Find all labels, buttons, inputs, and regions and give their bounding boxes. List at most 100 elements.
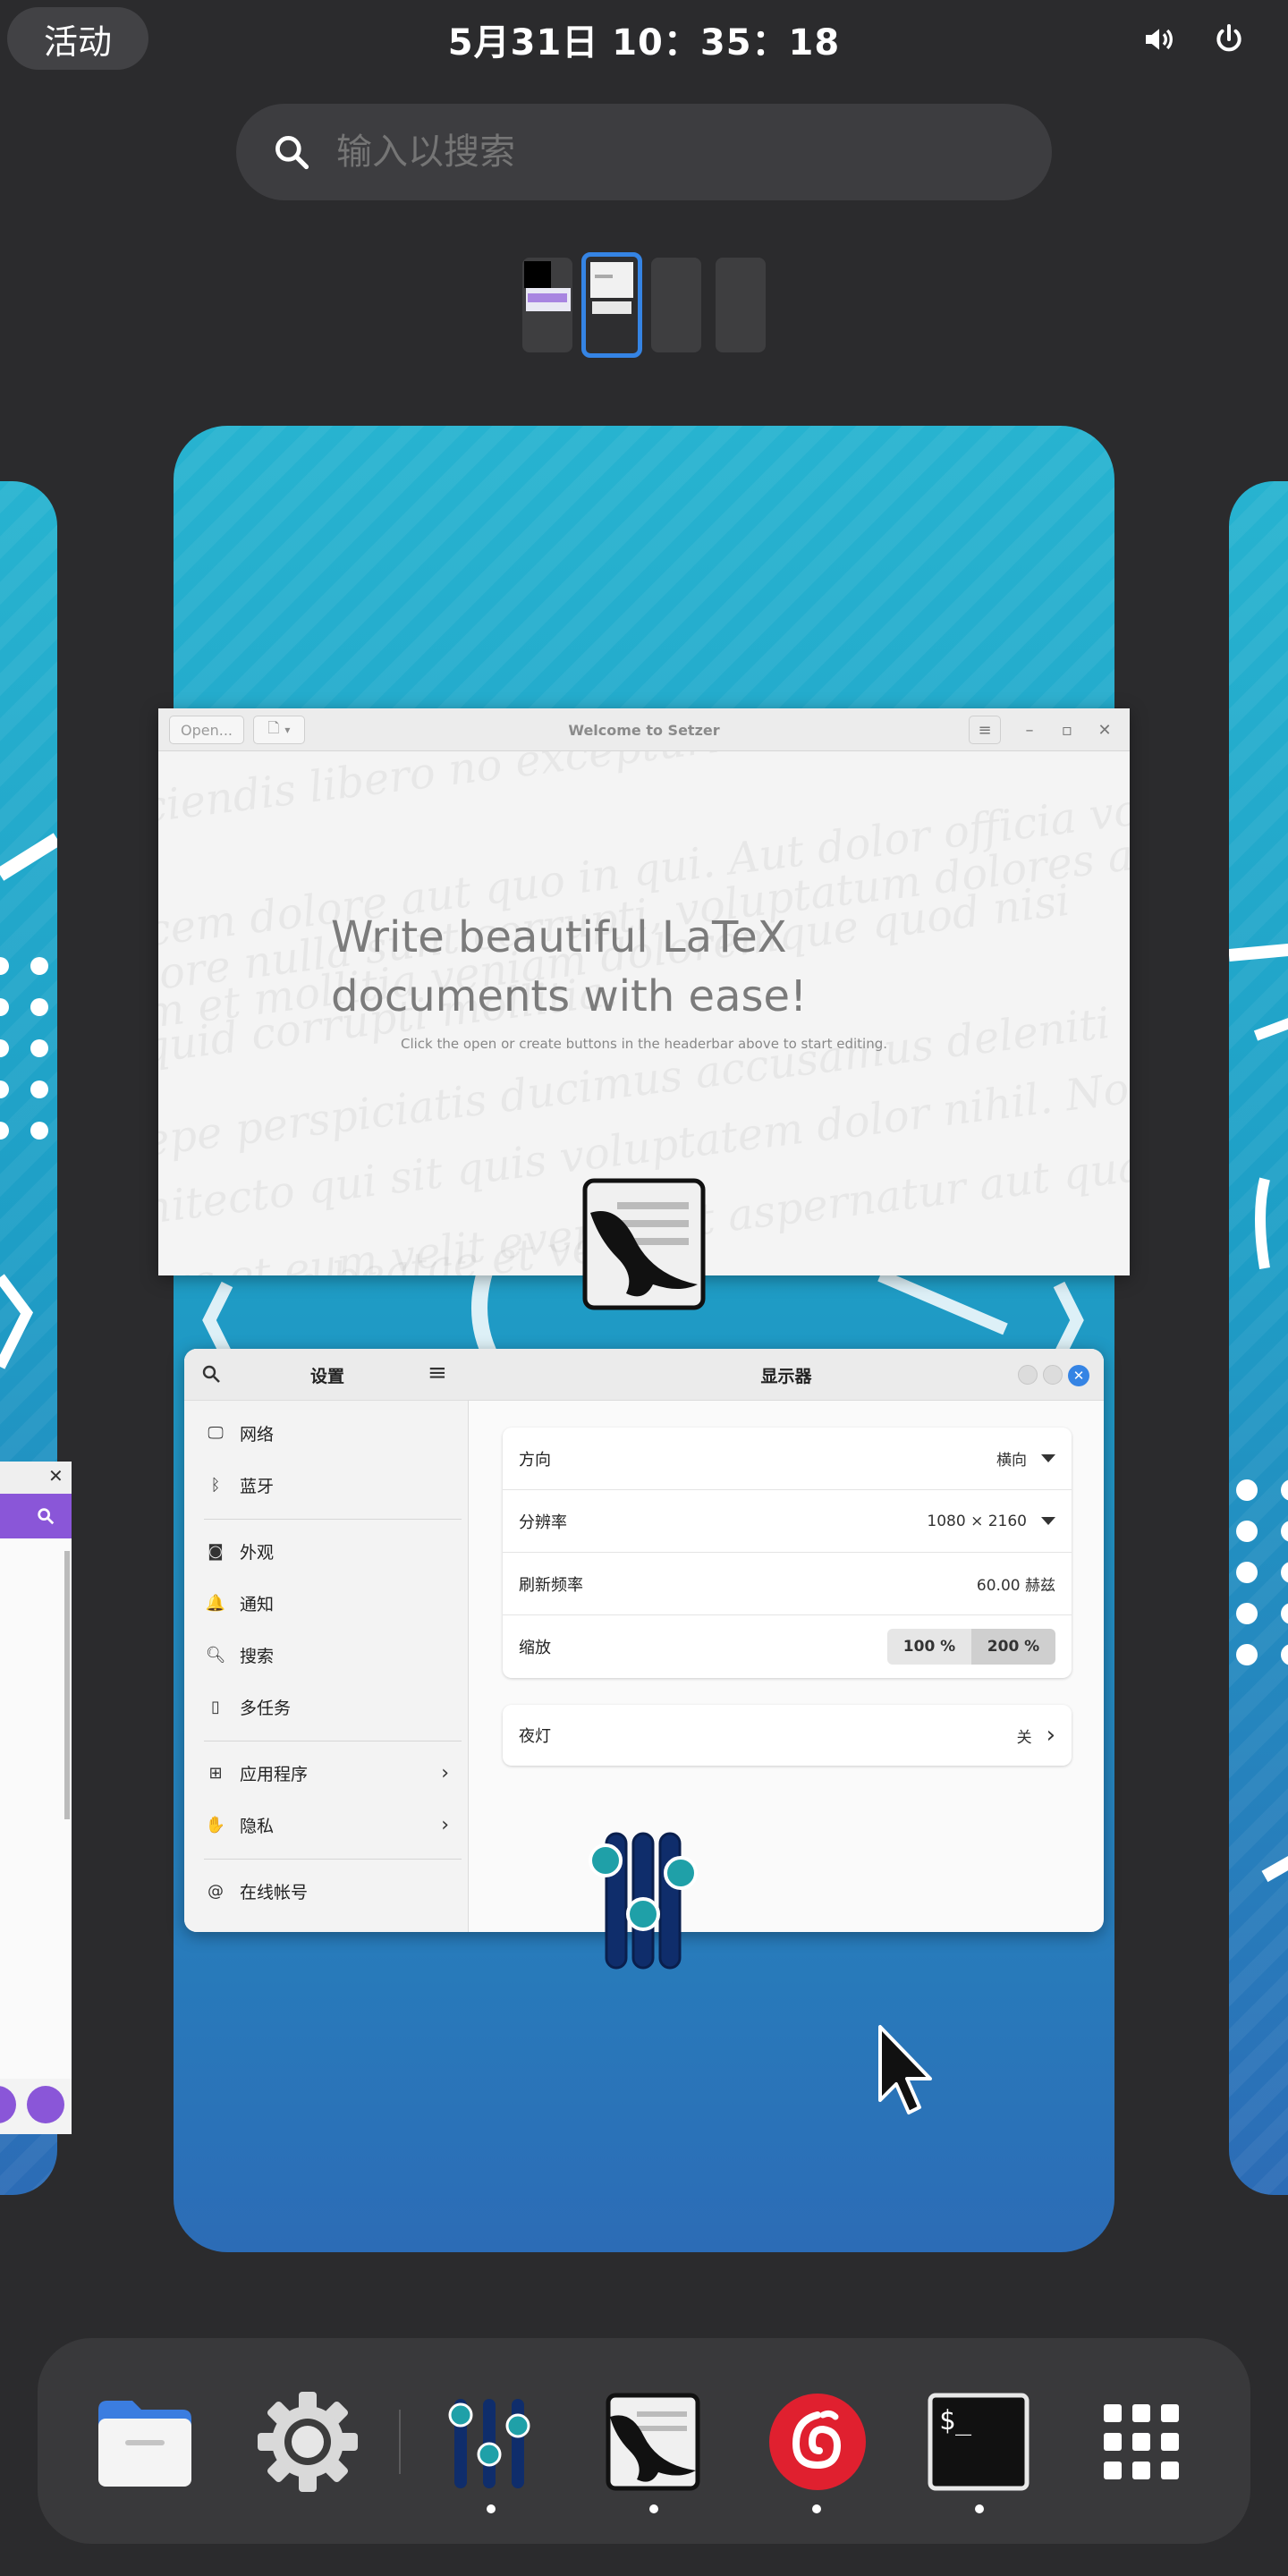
multitasking-icon: ▯ bbox=[211, 1697, 220, 1716]
sidebar-item-notifications[interactable]: 🔔 通知 bbox=[206, 1583, 456, 1623]
running-indicator bbox=[812, 2504, 821, 2513]
chevron-down-icon: ▾ bbox=[284, 724, 291, 736]
night-light-label: 夜灯 bbox=[519, 1727, 551, 1746]
chevron-right-icon: › bbox=[441, 1813, 449, 1836]
workspace-thumbnail-1[interactable] bbox=[522, 258, 572, 352]
sidebar-item-label: 网络 bbox=[240, 1424, 275, 1445]
welcome-headline: Write beautiful LaTeX documents with eas… bbox=[331, 912, 808, 1021]
sidebar-item-label: 隐私 bbox=[240, 1816, 275, 1836]
maximize-button[interactable] bbox=[1043, 1365, 1063, 1385]
running-indicator bbox=[649, 2504, 658, 2513]
setzer-icon[interactable] bbox=[601, 2390, 705, 2494]
search-icon[interactable] bbox=[200, 1363, 222, 1385]
apps-grid-icon: ⊞ bbox=[208, 1763, 223, 1783]
next-track-icon[interactable] bbox=[27, 2086, 64, 2123]
new-document-button[interactable]: 🗋 ▾ bbox=[253, 716, 305, 744]
setzer-headerbar: Open... 🗋 ▾ Welcome to Setzer ≡ – ▫ ✕ bbox=[158, 708, 1130, 751]
resolution-row[interactable]: 分辨率 1080 × 2160 bbox=[503, 1490, 1072, 1553]
monitor-network-icon: 🖵 bbox=[208, 1423, 224, 1443]
chevron-right-icon: › bbox=[1046, 1722, 1055, 1749]
sidebar-item-label: 多任务 bbox=[240, 1698, 292, 1718]
chevron-right-icon: › bbox=[441, 1761, 449, 1784]
night-light-card[interactable]: 夜灯 关 › bbox=[503, 1705, 1072, 1766]
mouse-pointer-icon bbox=[878, 2025, 932, 2114]
sidebar-item-bluetooth[interactable]: ᛒ 蓝牙 bbox=[206, 1465, 456, 1504]
scale-option-100[interactable]: 100 % bbox=[887, 1629, 971, 1665]
hamburger-menu-icon[interactable]: ≡ bbox=[428, 1360, 447, 1386]
bluetooth-icon: ᛒ bbox=[210, 1475, 221, 1495]
volume-icon[interactable] bbox=[1141, 21, 1177, 57]
row-label: 缩放 bbox=[519, 1639, 551, 1657]
mixer-icon[interactable] bbox=[587, 1825, 699, 1977]
scale-option-200[interactable]: 200 % bbox=[971, 1629, 1055, 1665]
search-bar[interactable] bbox=[236, 104, 1052, 200]
row-label: 方向 bbox=[519, 1450, 551, 1470]
setzer-icon[interactable] bbox=[581, 1177, 707, 1311]
sidebar-item-label: 应用程序 bbox=[240, 1764, 309, 1784]
workspace-current[interactable] bbox=[174, 426, 1114, 2252]
search-icon bbox=[38, 1508, 55, 1525]
display-settings-card: 方向 横向 分辨率 1080 × 2160 刷新频率 60.00 赫兹 缩放 1… bbox=[503, 1428, 1072, 1678]
sidebar-item-privacy[interactable]: ✋ 隐私 › bbox=[206, 1805, 456, 1844]
panel-title: 显示器 bbox=[760, 1366, 812, 1386]
close-icon: ✕ bbox=[48, 1465, 64, 1487]
svg-text:$_: $_ bbox=[939, 2405, 972, 2436]
terminal-icon[interactable]: $_ bbox=[927, 2390, 1030, 2494]
settings-gear-icon[interactable] bbox=[256, 2390, 360, 2494]
left-window-preview[interactable]: ✕ bbox=[0, 1462, 72, 2134]
settings-sidebar-header: 设置 ≡ bbox=[184, 1349, 469, 1401]
at-icon: @ bbox=[208, 1881, 224, 1901]
sidebar-item-label: 外观 bbox=[240, 1542, 275, 1563]
refresh-rate-row: 刷新频率 60.00 赫兹 bbox=[503, 1553, 1072, 1615]
maximize-button[interactable]: ▫ bbox=[1053, 716, 1081, 744]
search-icon bbox=[275, 136, 309, 170]
scale-selector: 100 % 200 % bbox=[887, 1629, 1055, 1665]
app-grid-icon[interactable] bbox=[1089, 2390, 1193, 2494]
hand-icon: ✋ bbox=[205, 1815, 226, 1835]
dash-separator bbox=[399, 2410, 401, 2474]
files-icon[interactable] bbox=[93, 2390, 197, 2494]
workspace-right-preview[interactable] bbox=[1229, 481, 1288, 2195]
orientation-row[interactable]: 方向 横向 bbox=[503, 1428, 1072, 1490]
power-icon[interactable] bbox=[1211, 21, 1247, 57]
sidebar-item-apps[interactable]: ⊞ 应用程序 › bbox=[206, 1753, 456, 1792]
row-label: 分辨率 bbox=[519, 1513, 567, 1532]
sidebar-item-label: 搜索 bbox=[240, 1646, 275, 1666]
sidebar-item-label: 在线帐号 bbox=[240, 1882, 309, 1902]
minimize-button[interactable] bbox=[1018, 1365, 1038, 1385]
background-lorem-text: ciendis libero no excepturi ut bbox=[158, 751, 781, 834]
sidebar-item-multitasking[interactable]: ▯ 多任务 bbox=[206, 1687, 456, 1726]
new-document-icon: 🗋 bbox=[267, 718, 280, 736]
workspace-thumbnail-3[interactable] bbox=[651, 258, 701, 352]
workspace-thumbnail-2[interactable] bbox=[581, 252, 642, 358]
settings-main-header: 显示器 ✕ bbox=[469, 1349, 1104, 1401]
sidebar-item-search[interactable]: 🔍︎ 搜索 bbox=[206, 1635, 456, 1674]
bell-icon: 🔔 bbox=[205, 1593, 226, 1613]
activities-button[interactable]: 活动 bbox=[7, 7, 148, 70]
settings-title: 设置 bbox=[309, 1366, 344, 1386]
running-indicator bbox=[975, 2504, 984, 2513]
minimize-button[interactable]: – bbox=[1015, 716, 1044, 744]
row-label: 刷新频率 bbox=[519, 1575, 583, 1595]
sidebar-item-label: 通知 bbox=[240, 1594, 275, 1614]
night-light-value: 关 bbox=[1016, 1728, 1032, 1747]
hamburger-menu-button[interactable]: ≡ bbox=[969, 716, 1001, 744]
resolution-value: 1080 × 2160 bbox=[927, 1512, 1027, 1530]
open-button[interactable]: Open... bbox=[169, 716, 244, 744]
sidebar-item-appearance[interactable]: ◙ 外观 bbox=[206, 1531, 456, 1571]
window-title: Welcome to Setzer bbox=[568, 721, 720, 739]
clock[interactable]: 5月31日 10：35：18 bbox=[429, 13, 859, 66]
welcome-subtext: Click the open or create buttons in the … bbox=[400, 1036, 888, 1052]
appearance-icon: ◙ bbox=[208, 1541, 224, 1561]
close-button[interactable]: ✕ bbox=[1068, 1365, 1089, 1386]
mixer-icon[interactable] bbox=[438, 2390, 542, 2494]
search-input[interactable] bbox=[336, 131, 962, 173]
close-button[interactable]: ✕ bbox=[1090, 716, 1119, 744]
orientation-value: 横向 bbox=[996, 1452, 1027, 1470]
sidebar-item-network[interactable]: 🖵 网络 bbox=[206, 1413, 456, 1453]
netease-music-icon[interactable] bbox=[766, 2390, 869, 2494]
sidebar-item-label: 蓝牙 bbox=[240, 1476, 275, 1496]
workspace-thumbnail-4[interactable] bbox=[716, 258, 766, 352]
sidebar-item-online-accounts[interactable]: @ 在线帐号 bbox=[206, 1871, 456, 1911]
scale-row: 缩放 100 % 200 % bbox=[503, 1615, 1072, 1678]
